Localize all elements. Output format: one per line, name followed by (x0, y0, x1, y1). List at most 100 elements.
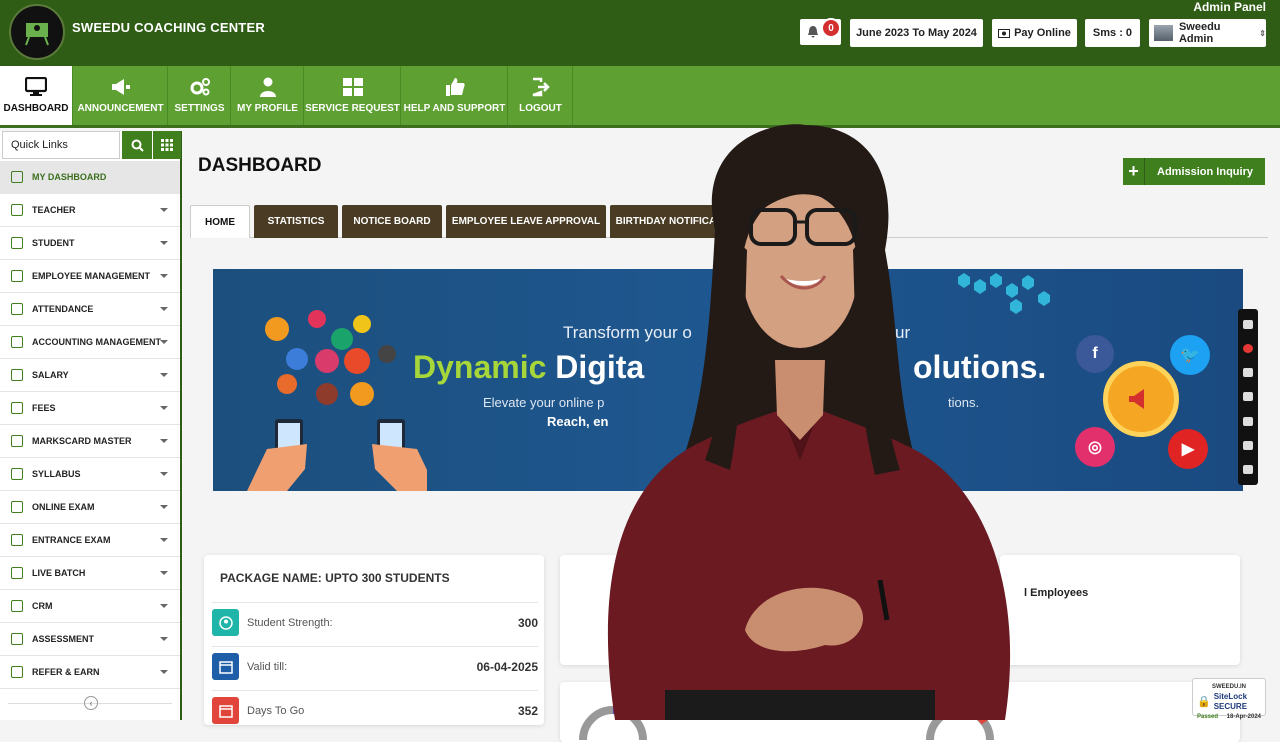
sidebar-item-my-dashboard[interactable]: MY DASHBOARD (0, 161, 180, 194)
megaphone-icon (1103, 361, 1179, 437)
twitter-icon[interactable]: 🐦 (1170, 335, 1210, 375)
user-icon (259, 77, 276, 97)
camera-icon[interactable] (1243, 319, 1253, 329)
session-selector[interactable]: June 2023 To May 2024 (850, 19, 983, 47)
quick-links-search-button[interactable] (122, 131, 152, 159)
package-card: PACKAGE NAME: UPTO 300 STUDENTS Student … (204, 555, 544, 725)
tab-home[interactable]: HOME (190, 205, 250, 238)
megaphone-icon (111, 79, 130, 95)
sitelock-badge[interactable]: SWEEDU.IN 🔒 SiteLock SECURE Passed 18-Apr-… (1192, 678, 1266, 720)
sitelock-body: 🔒 SiteLock SECURE (1197, 692, 1261, 712)
youtube-icon[interactable]: ▶ (1168, 429, 1208, 469)
monitor-icon (25, 77, 47, 96)
sidebar-item-refer-and-earn[interactable]: REFER & EARN (0, 656, 180, 689)
session-label: June 2023 To May 2024 (856, 27, 977, 39)
employees-icon (11, 270, 23, 282)
sms-button[interactable]: Sms : 0 (1085, 19, 1140, 47)
recording-toolbar (1238, 309, 1258, 485)
sidebar-collapse-button[interactable]: ‹ (84, 696, 98, 710)
sidebar-item-employee-management[interactable]: EMPLOYEE MANAGEMENT (0, 260, 180, 293)
live-batch-icon (11, 567, 23, 579)
chevron-down-icon (160, 274, 168, 278)
top-bar: SWEEDU COACHING CENTER Admin Panel 0 Jun… (0, 0, 1280, 66)
quick-links-input[interactable]: Quick Links (2, 131, 120, 159)
sidebar-item-label: TEACHER (32, 205, 76, 215)
attendance-icon (11, 303, 23, 315)
user-name: Sweedu Admin (1178, 21, 1221, 45)
sidebar-item-label: FEES (32, 403, 56, 413)
instagram-icon[interactable]: ◎ (1075, 427, 1115, 467)
nav-dashboard[interactable]: DASHBOARD (0, 66, 73, 125)
sitelock-date: 18-Apr-2024 (1226, 714, 1261, 720)
chevron-updown-icon: ⇕ (1259, 28, 1266, 38)
sidebar-item-online-exam[interactable]: ONLINE EXAM (0, 491, 180, 524)
quick-links-grid-button[interactable] (153, 131, 181, 159)
sidebar-item-label: SALARY (32, 370, 69, 380)
chevron-down-icon (160, 637, 168, 641)
sidebar-item-label: MY DASHBOARD (32, 172, 107, 182)
tab-notice-board[interactable]: NOTICE BOARD (342, 205, 442, 238)
package-value: 06-04-2025 (476, 659, 538, 674)
nav-my-profile[interactable]: MY PROFILE (232, 66, 304, 125)
record-icon[interactable] (1243, 343, 1253, 353)
nav-help-and-support[interactable]: HELP AND SUPPORT (402, 66, 508, 125)
sidebar-item-syllabus[interactable]: SYLLABUS (0, 458, 180, 491)
gears-icon (190, 78, 210, 96)
sweedu-logo[interactable] (9, 4, 65, 60)
sidebar-item-label: ATTENDANCE (32, 304, 94, 314)
notification-button[interactable]: 0 (800, 18, 841, 45)
admission-inquiry-button[interactable]: + Admission Inquiry (1123, 158, 1265, 185)
nav-announcement[interactable]: ANNOUNCEMENT (74, 66, 168, 125)
sidebar-item-entrance-exam[interactable]: ENTRANCE EXAM (0, 524, 180, 557)
pay-online-button[interactable]: Pay Online (992, 19, 1077, 47)
sidebar-item-label: CRM (32, 601, 53, 611)
sidebar-item-label: STUDENT (32, 238, 75, 248)
nav-label: MY PROFILE (237, 103, 298, 114)
sidebar-item-fees[interactable]: FEES (0, 392, 180, 425)
syllabus-icon (11, 468, 23, 480)
nav-settings[interactable]: SETTINGS (169, 66, 231, 125)
sidebar-item-crm[interactable]: CRM (0, 590, 180, 623)
sidebar-item-live-batch[interactable]: LIVE BATCH (0, 557, 180, 590)
sidebar-item-label: SYLLABUS (32, 469, 81, 479)
salary-icon (11, 369, 23, 381)
sidebar-item-markscard-master[interactable]: MARKSCARD MASTER (0, 425, 180, 458)
sidebar-item-label: MARKSCARD MASTER (32, 436, 132, 446)
nav-service-request[interactable]: SERVICE REQUEST (305, 66, 401, 125)
crm-icon (11, 600, 23, 612)
sitelock-domain: SWEEDU.IN (1211, 684, 1246, 690)
package-label: Days To Go (247, 704, 305, 717)
student-icon (11, 237, 23, 249)
sidebar-item-label: EMPLOYEE MANAGEMENT (32, 271, 151, 281)
sidebar-item-label: ASSESSMENT (32, 634, 95, 644)
webcam-icon[interactable] (1243, 416, 1253, 426)
window-icon[interactable] (1243, 441, 1253, 451)
sidebar-item-assessment[interactable]: ASSESSMENT (0, 623, 180, 656)
phones-illustration (247, 310, 427, 491)
sidebar-item-accounting-management[interactable]: ACCOUNTING MANAGEMENT (0, 326, 180, 359)
apps-grid-icon (161, 139, 173, 151)
tab-statistics[interactable]: STATISTICS (254, 205, 338, 238)
sidebar-item-attendance[interactable]: ATTENDANCE (0, 293, 180, 326)
settings-icon[interactable] (1243, 465, 1253, 475)
lock-icon: 🔒 (1197, 696, 1211, 708)
microphone-icon[interactable] (1243, 368, 1253, 378)
chevron-down-icon (160, 439, 168, 443)
sms-label: Sms : 0 (1092, 27, 1133, 39)
sidebar-item-student[interactable]: STUDENT (0, 227, 180, 260)
sidebar-item-salary[interactable]: SALARY (0, 359, 180, 392)
monitor-icon (11, 171, 23, 183)
admission-inquiry-label: Admission Inquiry (1157, 165, 1253, 178)
speaker-icon[interactable] (1243, 392, 1253, 402)
avatar (1154, 25, 1173, 41)
sidebar-item-teacher[interactable]: TEACHER (0, 194, 180, 227)
user-menu[interactable]: Sweedu Admin ⇕ (1149, 19, 1266, 47)
chevron-down-icon (160, 505, 168, 509)
brand-name: SWEEDU COACHING CENTER (72, 20, 265, 35)
facebook-icon[interactable]: f (1076, 335, 1114, 373)
nav-label: SERVICE REQUEST (305, 103, 400, 114)
sitelock-passed: Passed (1197, 714, 1219, 720)
admin-panel-label: Admin Panel (1193, 0, 1266, 14)
sitelock-text: SiteLock SECURE (1214, 692, 1247, 712)
teacher-icon (11, 204, 23, 216)
